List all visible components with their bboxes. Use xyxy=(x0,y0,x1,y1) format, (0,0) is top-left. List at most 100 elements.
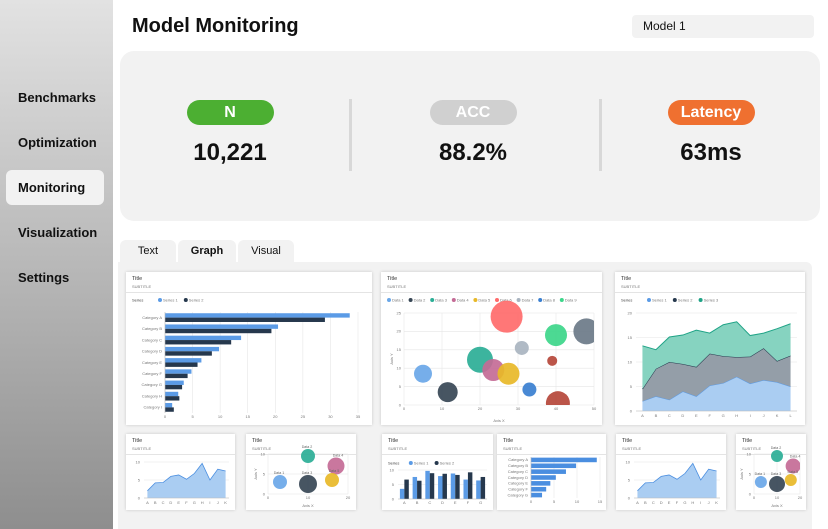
x-tick-label: F xyxy=(185,500,188,505)
legend-marker xyxy=(495,298,499,302)
legend-entry: Data 5 xyxy=(478,298,491,303)
bar xyxy=(165,358,202,363)
chart-svg: 0 5 10 A B C D E F G H I J K xyxy=(136,459,229,505)
x-tick-label: E xyxy=(454,500,457,505)
y-tick-label: Category F xyxy=(508,487,528,492)
x-tick-label: H xyxy=(735,413,738,418)
bar xyxy=(165,317,325,322)
y-tick-label: Category C xyxy=(508,469,528,474)
legend-entry: Series 1 xyxy=(414,461,429,466)
legend-marker xyxy=(430,298,435,302)
y-axis-title: Axis Y xyxy=(389,353,394,365)
x-tick-label: G xyxy=(193,500,196,505)
bar xyxy=(438,476,443,499)
x-tick-label: G xyxy=(722,413,725,418)
x-tick-label: D xyxy=(441,500,444,505)
x-tick-label: E xyxy=(668,500,671,505)
legend-entry: Data 9 xyxy=(565,298,578,303)
bubble xyxy=(437,382,458,403)
x-tick-label: 20 xyxy=(478,406,483,411)
y-tick-label: 5 xyxy=(392,482,395,487)
y-axis-title: Axis Y xyxy=(739,468,744,480)
x-tick-label: L xyxy=(789,413,792,418)
divider xyxy=(599,99,602,171)
bar xyxy=(467,472,473,499)
chart-svg: Series Series 1 Series 2 0 5 10 15 20 25 30 35 Cate… xyxy=(132,298,361,420)
x-tick-label: K xyxy=(224,500,227,505)
x-tick-label: H xyxy=(691,500,694,505)
x-tick-label: 5 xyxy=(191,414,194,419)
bar xyxy=(417,480,422,499)
x-tick-label: A xyxy=(403,500,406,505)
bar xyxy=(165,324,279,329)
y-tick-label: 10 xyxy=(628,359,633,364)
bubble xyxy=(573,318,594,345)
x-tick-label: 10 xyxy=(575,499,580,504)
bubble xyxy=(514,340,529,355)
x-tick-label: B xyxy=(154,500,157,505)
x-tick-label: J xyxy=(763,413,765,418)
chart-card: Title SUBTITLE 0 5 10 A B C D E F G H I J K xyxy=(616,434,726,510)
bar xyxy=(429,473,435,499)
y-tick-label: Category B xyxy=(508,463,528,468)
chart-card: Title SUBTITLE Series Series 1 Series 2 Serie… xyxy=(615,272,805,425)
x-axis-title: Axis X xyxy=(302,503,314,508)
x-tick-label: D xyxy=(681,413,684,418)
bar xyxy=(463,479,468,499)
y-tick-label: Category I xyxy=(144,405,162,410)
y-tick-label: 10 xyxy=(747,451,752,456)
bubble xyxy=(545,324,567,347)
legend-marker xyxy=(158,298,162,302)
y-tick-label: 0 xyxy=(630,408,633,413)
x-tick-label: E xyxy=(695,413,698,418)
legend-entry: Series 1 xyxy=(652,298,667,303)
x-tick-label: 0 xyxy=(403,406,406,411)
bar xyxy=(425,470,430,499)
x-tick-label: C xyxy=(428,500,431,505)
bar xyxy=(165,313,350,318)
bar xyxy=(165,362,198,367)
x-tick-label: 5 xyxy=(553,499,556,504)
sidebar: Benchmarks Optimization Monitoring Visua… xyxy=(0,0,113,529)
bar xyxy=(442,473,447,499)
x-tick-label: 40 xyxy=(554,406,559,411)
bar xyxy=(476,480,481,499)
bubble xyxy=(414,364,432,383)
chart-svg: 0 10 20 0 5 10 Axis X Axis Y Data 1 Data 2 Data 3 D… xyxy=(253,445,351,508)
tab-graph[interactable]: Graph xyxy=(178,240,236,263)
model-select[interactable]: Model 1 xyxy=(632,15,814,38)
chart-svg: 0 10 20 0 5 10 Axis X Axis Y Data 1 Data 2 Data 3 D… xyxy=(739,446,803,508)
y-tick-label: 5 xyxy=(399,384,402,389)
legend-marker xyxy=(387,298,391,302)
x-axis-title: Axis X xyxy=(493,418,505,423)
bubble-label: Data 3 xyxy=(771,472,782,476)
sidebar-item-monitoring[interactable]: Monitoring xyxy=(6,170,104,205)
x-tick-label: F xyxy=(467,500,470,505)
x-tick-label: A xyxy=(146,500,149,505)
x-tick-label: 0 xyxy=(267,495,270,500)
x-tick-label: B xyxy=(655,413,658,418)
sidebar-item-optimization[interactable]: Optimization xyxy=(6,125,104,160)
chart-card: Title SUBTITLE Series Series 1 Series 2 0 5 10 A… xyxy=(382,434,493,510)
chart-card: Title SUBTITLE 0 10 20 0 5 10 Axis X Axis Y Data 1… xyxy=(736,434,806,510)
x-tick-label: 35 xyxy=(356,414,361,419)
sidebar-item-settings[interactable]: Settings xyxy=(6,260,104,295)
x-tick-label: D xyxy=(660,500,663,505)
y-tick-label: 0 xyxy=(263,491,266,496)
y-tick-label: 20 xyxy=(397,329,402,334)
y-tick-label: Category A xyxy=(142,315,162,320)
legend-marker xyxy=(451,298,456,302)
tab-visual[interactable]: Visual xyxy=(238,240,294,263)
y-tick-label: 15 xyxy=(628,335,633,340)
y-tick-label: 10 xyxy=(261,451,266,456)
legend-marker xyxy=(516,298,521,302)
tab-text[interactable]: Text xyxy=(120,240,176,263)
y-tick-label: 10 xyxy=(390,467,395,472)
metric-value: 63ms xyxy=(680,139,742,166)
chart-svg: Series Series 1 Series 2 Series 3 0 5 10 15 20 A B… xyxy=(621,298,797,418)
sidebar-item-benchmarks[interactable]: Benchmarks xyxy=(6,80,104,115)
bar xyxy=(531,457,597,463)
chart-svg: 0 5 10 15Category ACategory BCategory CCate… xyxy=(508,457,603,504)
x-tick-label: C xyxy=(652,500,655,505)
sidebar-item-visualization[interactable]: Visualization xyxy=(6,215,104,250)
